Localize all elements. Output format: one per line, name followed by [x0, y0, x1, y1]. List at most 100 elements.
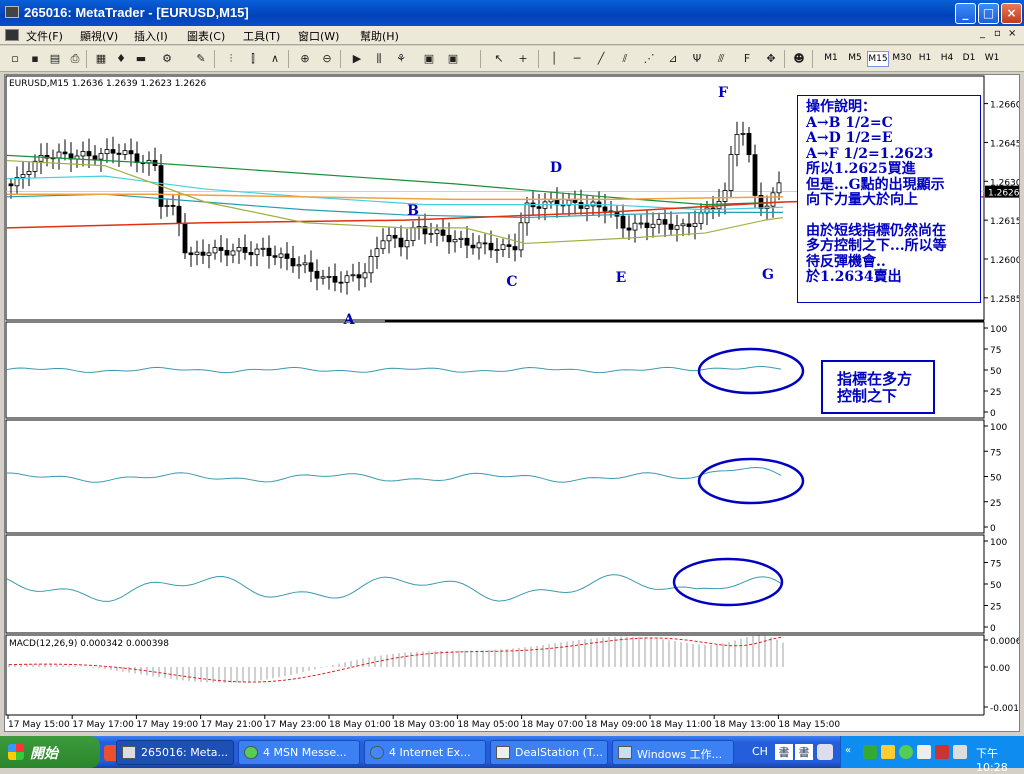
mdi-restore-button[interactable]: ▫ [994, 28, 1001, 39]
new-chart-icon[interactable]: ▫ [6, 50, 24, 68]
close-button[interactable]: × [1001, 3, 1022, 24]
candle-body [770, 192, 776, 207]
candle-body [524, 202, 530, 224]
period-icon[interactable]: ▣ [420, 50, 438, 68]
time-tick-label: 18 May 03:00 [393, 720, 455, 730]
candle-body [200, 251, 206, 256]
candle-body [518, 222, 524, 251]
price-tick-label: 1.2585 [990, 295, 1019, 305]
candle-body [578, 202, 584, 209]
mdi-close-button[interactable]: × [1008, 28, 1016, 39]
indicator-tick-label: 50 [990, 474, 1002, 484]
candle-body [254, 248, 260, 256]
candle-body [644, 222, 650, 229]
ime-tool-icon[interactable] [817, 744, 833, 760]
terminal-icon[interactable]: ▬ [132, 50, 150, 68]
maximize-button[interactable]: □ [978, 3, 999, 24]
note-line: 指標在多方 [837, 370, 913, 388]
chart-shift-icon[interactable]: ⫼ [370, 50, 388, 68]
toolbar: ▫ ▪ ▤ ⎙ ▦ ♦ ▬ ⚙ ✎ ⫶ ⫿ ∧ ⊕ ⊖ ▶ ⫼ ⚘ ▣ ▣ ↖ … [0, 46, 1024, 72]
arrows-icon[interactable]: ✥ [762, 50, 780, 68]
auto-scroll-icon[interactable]: ▶ [348, 50, 366, 68]
task-label: DealStation (T... [515, 746, 603, 759]
tray-app-icon[interactable] [917, 745, 931, 759]
candle-chart-icon[interactable]: ⫿ [244, 50, 262, 68]
ime-mode-icon[interactable]: 書 [795, 744, 813, 760]
navigator-icon[interactable]: ♦ [112, 50, 130, 68]
security-icon[interactable] [881, 745, 895, 759]
network-icon[interactable] [863, 745, 877, 759]
task-dealstation[interactable]: DealStation (T... [490, 740, 608, 765]
candle-body [182, 223, 188, 254]
candle-body [284, 253, 290, 259]
start-button[interactable]: 開始 [0, 736, 100, 768]
task-windows-task-manager[interactable]: Windows 工作... [612, 740, 734, 765]
candle-body [650, 223, 656, 229]
indicators-icon[interactable]: ⚘ [392, 50, 410, 68]
chart-window[interactable]: 1.2660 1.2645 1.2630 1.2615 1.2600 1.2585 1.26… [4, 74, 1020, 732]
menu-file[interactable]: 文件(F) [26, 28, 63, 44]
options-icon[interactable]: ⚙ [158, 50, 176, 68]
msn-tray-icon[interactable] [899, 745, 913, 759]
task-internet-explorer[interactable]: 4 Internet Ex... [364, 740, 486, 765]
market-watch-icon[interactable]: ▦ [92, 50, 110, 68]
line-chart-icon[interactable]: ∧ [266, 50, 284, 68]
fibonacci-fan-icon[interactable]: ⋰ [640, 50, 658, 68]
candle-body [260, 247, 266, 250]
andrews-pitchfork-icon[interactable]: Ψ [688, 50, 706, 68]
zoom-in-icon[interactable]: ⊕ [296, 50, 314, 68]
metatrader-icon [122, 746, 136, 759]
candle-body [230, 250, 236, 256]
chart-window-icon[interactable] [5, 29, 19, 41]
templates-icon[interactable]: ▣ [444, 50, 462, 68]
candle-body [392, 235, 398, 239]
task-manager-icon [618, 746, 632, 759]
zoom-out-icon[interactable]: ⊖ [318, 50, 336, 68]
expert-icon[interactable]: ☻ [790, 50, 808, 68]
candle-body [122, 150, 128, 155]
language-indicator[interactable]: CH [752, 745, 768, 758]
expert-advisor-icon[interactable]: ✎ [192, 50, 210, 68]
text-label-icon[interactable]: F [738, 50, 756, 68]
bar-chart-icon[interactable]: ⫶ [222, 50, 240, 68]
candle-body [188, 252, 194, 256]
minimize-button[interactable]: _ [955, 3, 976, 24]
menu-view[interactable]: 顯視(V) [80, 28, 118, 44]
menu-insert[interactable]: 插入(I) [134, 28, 168, 44]
gann-icon[interactable]: ⊿ [664, 50, 682, 68]
cycles-icon[interactable]: ⫻ [712, 50, 730, 68]
timeframe-h1[interactable]: H1 [915, 51, 935, 67]
menu-window[interactable]: 窗口(W) [298, 28, 339, 44]
mdi-minimize-button[interactable]: _ [980, 28, 985, 39]
clock[interactable]: 下午 10:28 [976, 745, 1024, 774]
time-tick-label: 18 May 11:00 [650, 720, 712, 730]
menu-tools[interactable]: 工具(T) [243, 28, 280, 44]
print-icon[interactable]: ⎙ [66, 50, 84, 68]
candle-body [380, 240, 386, 250]
tray-alert-icon[interactable] [935, 745, 949, 759]
ime-icon[interactable]: 書 [775, 744, 793, 760]
timeframe-m30[interactable]: M30 [890, 51, 914, 67]
note-line: 所以1.2625買進 [806, 161, 916, 177]
timeframe-d1[interactable]: D1 [959, 51, 979, 67]
open-icon[interactable]: ▪ [26, 50, 44, 68]
save-icon[interactable]: ▤ [46, 50, 64, 68]
timeframe-w1[interactable]: W1 [981, 51, 1003, 67]
trendline-icon[interactable]: ╱ [592, 50, 610, 68]
crosshair-icon[interactable]: + [514, 50, 532, 68]
task-msn[interactable]: 4 MSN Messe... [238, 740, 360, 765]
cursor-icon[interactable]: ↖ [490, 50, 508, 68]
menu-charts[interactable]: 圖表(C) [187, 28, 225, 44]
timeframe-m1[interactable]: M1 [820, 51, 842, 67]
horizontal-line-icon[interactable]: ─ [568, 50, 586, 68]
channel-icon[interactable]: ⫽ [616, 50, 634, 68]
task-metatrader[interactable]: 265016: Meta... [116, 740, 234, 765]
menu-help[interactable]: 幫助(H) [360, 28, 399, 44]
volume-icon[interactable] [953, 745, 967, 759]
tray-expand-icon[interactable]: « [845, 745, 857, 759]
timeframe-m5[interactable]: M5 [844, 51, 866, 67]
timeframe-m15[interactable]: M15 [867, 51, 889, 67]
vertical-line-icon[interactable]: │ [545, 50, 563, 68]
strategy-note: 操作說明： A→B 1/2=C A→D 1/2=E A→F 1/2=1.2623… [797, 95, 981, 303]
timeframe-h4[interactable]: H4 [937, 51, 957, 67]
